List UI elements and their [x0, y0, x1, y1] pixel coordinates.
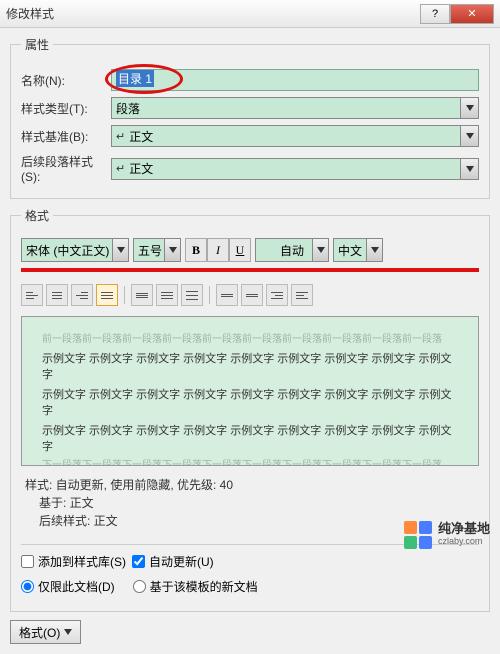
name-input[interactable]: 目录 1 — [111, 69, 479, 91]
type-select[interactable]: 段落 — [111, 97, 479, 119]
name-label: 名称(N): — [21, 72, 111, 89]
add-to-list-checkbox[interactable] — [21, 555, 34, 568]
preview-prev-para: 前一段落前一段落前一段落前一段落前一段落前一段落前一段落前一段落前一段落前一段落 — [42, 333, 458, 347]
desc-line: 基于: 正文 — [25, 494, 475, 512]
chevron-down-icon — [64, 629, 72, 635]
radio-row: 仅限此文档(D) 基于该模板的新文档 — [21, 578, 479, 603]
template-input[interactable] — [133, 580, 146, 593]
titlebar-buttons: ? ✕ — [420, 4, 494, 24]
font-value: 宋体 (中文正文) — [26, 242, 109, 259]
help-button[interactable]: ? — [420, 4, 450, 24]
chevron-down-icon — [112, 239, 128, 261]
preview-sample: 示例文字 示例文字 示例文字 示例文字 示例文字 示例文字 示例文字 示例文字 … — [42, 423, 458, 455]
font-select[interactable]: 宋体 (中文正文) — [21, 238, 129, 262]
name-value: 目录 1 — [116, 70, 154, 87]
color-select[interactable]: 自动 — [255, 238, 329, 262]
watermark-url: czlaby.com — [438, 535, 490, 548]
auto-update-check[interactable]: 自动更新(U) — [132, 553, 214, 570]
space-before-inc-button[interactable] — [216, 284, 238, 306]
chevron-down-icon — [460, 159, 478, 179]
indent-dec-button[interactable] — [266, 284, 288, 306]
only-this-doc-radio[interactable]: 仅限此文档(D) — [21, 578, 115, 595]
annotation-underline — [21, 268, 479, 272]
chevron-down-icon — [460, 98, 478, 118]
base-row: 样式基准(B): ↵ 正文 — [21, 125, 479, 147]
indent-inc-button[interactable] — [291, 284, 313, 306]
space-before-dec-button[interactable] — [241, 284, 263, 306]
follow-label: 后续段落样式(S): — [21, 153, 111, 184]
base-label: 样式基准(B): — [21, 128, 111, 145]
preview-sample: 示例文字 示例文字 示例文字 示例文字 示例文字 示例文字 示例文字 示例文字 … — [42, 351, 458, 383]
separator — [124, 286, 125, 304]
italic-button[interactable]: I — [207, 238, 229, 262]
bold-italic-underline: B I U — [185, 238, 251, 262]
preview-sample: 示例文字 示例文字 示例文字 示例文字 示例文字 示例文字 示例文字 示例文字 … — [42, 387, 458, 419]
type-value: 段落 — [116, 100, 140, 117]
line-spacing-2-button[interactable] — [181, 284, 203, 306]
preview-pane: 前一段落前一段落前一段落前一段落前一段落前一段落前一段落前一段落前一段落前一段落… — [21, 316, 479, 466]
size-select[interactable]: 五号 — [133, 238, 181, 262]
watermark-icon — [404, 521, 432, 549]
chevron-down-icon — [460, 126, 478, 146]
bold-button[interactable]: B — [185, 238, 207, 262]
base-value: 正文 — [129, 128, 153, 145]
template-radio[interactable]: 基于该模板的新文档 — [133, 578, 258, 595]
auto-update-checkbox[interactable] — [132, 555, 145, 568]
preview-next-para: 下一段落下一段落下一段落下一段落下一段落下一段落下一段落下一段落下一段落下一段落 — [42, 459, 458, 466]
color-value: 自动 — [280, 242, 304, 259]
base-select[interactable]: ↵ 正文 — [111, 125, 479, 147]
paragraph-icon: ↵ — [116, 162, 125, 175]
align-right-button[interactable] — [71, 284, 93, 306]
lang-value: 中文 — [338, 242, 362, 259]
align-justify-button[interactable] — [96, 284, 118, 306]
separator — [209, 286, 210, 304]
align-center-button[interactable] — [46, 284, 68, 306]
format-group: 格式 宋体 (中文正文) 五号 B I U 自动 中文 — [10, 207, 490, 612]
watermark: 纯净基地 czlaby.com — [404, 521, 490, 549]
font-toolbar: 宋体 (中文正文) 五号 B I U 自动 中文 — [21, 234, 479, 266]
properties-group: 属性 名称(N): 目录 1 样式类型(T): 段落 样式基准(B): — [10, 36, 490, 199]
dialog-body: 属性 名称(N): 目录 1 样式类型(T): 段落 样式基准(B): — [0, 28, 500, 654]
underline-button[interactable]: U — [229, 238, 251, 262]
properties-legend: 属性 — [21, 36, 53, 53]
desc-line: 样式: 自动更新, 使用前隐藏, 优先级: 40 — [25, 476, 475, 494]
type-label: 样式类型(T): — [21, 100, 111, 117]
format-button[interactable]: 格式(O) — [10, 620, 81, 644]
paragraph-toolbar — [21, 280, 479, 316]
chevron-down-icon — [312, 239, 328, 261]
chevron-down-icon — [366, 239, 382, 261]
titlebar: 修改样式 ? ✕ — [0, 0, 500, 28]
type-row: 样式类型(T): 段落 — [21, 97, 479, 119]
lang-select[interactable]: 中文 — [333, 238, 383, 262]
watermark-text: 纯净基地 — [438, 522, 490, 535]
add-to-list-check[interactable]: 添加到样式库(S) — [21, 553, 126, 570]
checkbox-row: 添加到样式库(S) 自动更新(U) — [21, 545, 479, 578]
format-legend: 格式 — [21, 207, 53, 224]
paragraph-icon: ↵ — [116, 130, 125, 143]
follow-row: 后续段落样式(S): ↵ 正文 — [21, 153, 479, 184]
size-value: 五号 — [138, 242, 162, 259]
line-spacing-1-button[interactable] — [131, 284, 153, 306]
line-spacing-15-button[interactable] — [156, 284, 178, 306]
follow-value: 正文 — [129, 160, 153, 177]
align-left-button[interactable] — [21, 284, 43, 306]
dialog-title: 修改样式 — [6, 5, 420, 22]
close-button[interactable]: ✕ — [450, 4, 494, 24]
name-row: 名称(N): 目录 1 — [21, 69, 479, 91]
follow-select[interactable]: ↵ 正文 — [111, 158, 479, 180]
chevron-down-icon — [164, 239, 180, 261]
only-this-doc-input[interactable] — [21, 580, 34, 593]
